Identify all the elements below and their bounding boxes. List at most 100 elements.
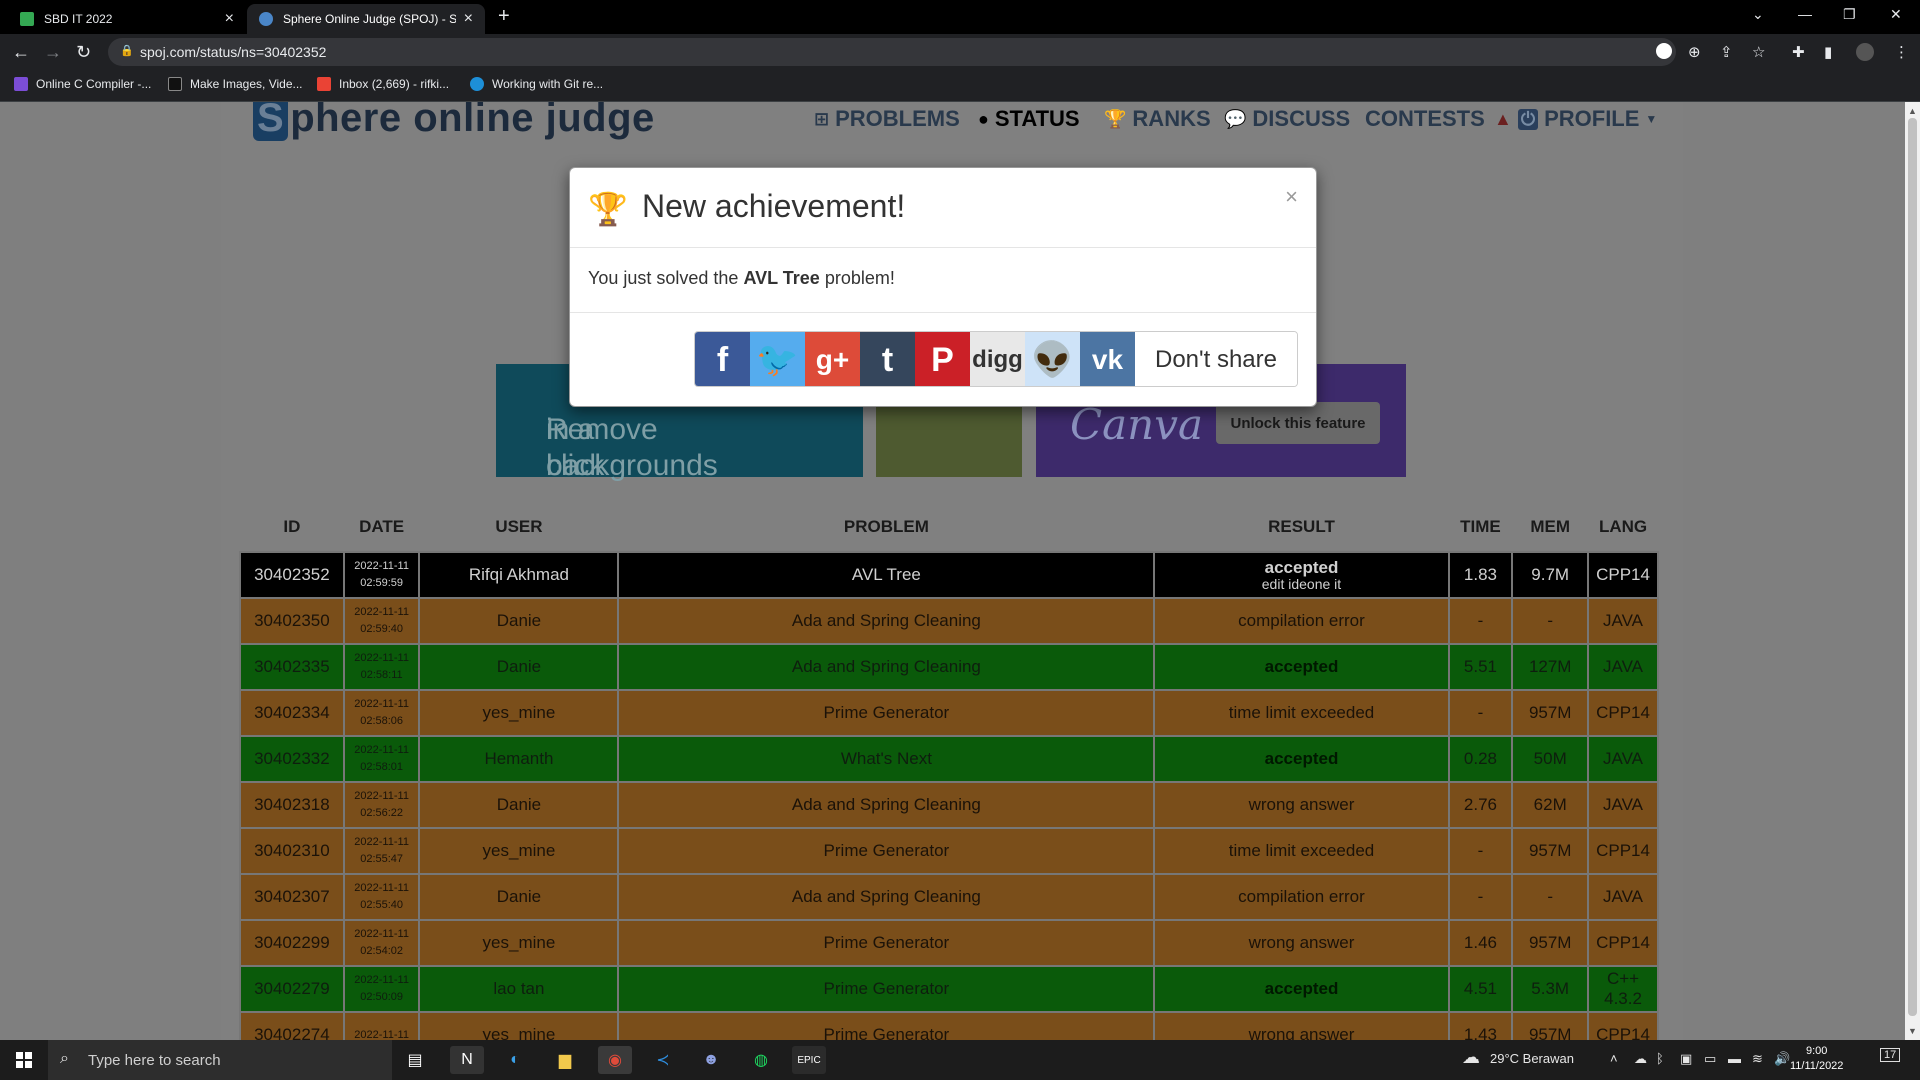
nav-ranks[interactable]: 🏆 RANKS <box>1104 106 1211 132</box>
reload-icon[interactable]: ↻ <box>76 42 91 63</box>
close-tab-icon[interactable]: × <box>464 10 473 28</box>
submission-user[interactable]: Danie <box>418 643 620 691</box>
submission-problem[interactable]: Ada and Spring Cleaning <box>617 643 1156 691</box>
vscode-icon[interactable]: ≺ <box>646 1046 680 1074</box>
submission-user[interactable]: yes_mine <box>418 919 620 967</box>
submission-user[interactable]: yes_mine <box>418 689 620 737</box>
submission-id[interactable]: 30402279 <box>239 965 345 1013</box>
submission-problem[interactable]: What's Next <box>617 735 1156 783</box>
spotify-icon[interactable]: ◍ <box>744 1046 778 1074</box>
bookmark-item[interactable]: Inbox (2,669) - rifki... <box>317 77 449 91</box>
minimize-icon[interactable]: — <box>1798 6 1812 22</box>
close-tab-icon[interactable]: × <box>225 10 234 28</box>
epic-games-icon[interactable]: EPIC <box>792 1046 826 1074</box>
submission-problem[interactable]: Prime Generator <box>617 919 1156 967</box>
edge-icon[interactable]: ◐ <box>498 1046 532 1074</box>
submission-id[interactable]: 30402335 <box>239 643 345 691</box>
submission-user[interactable]: yes_mine <box>418 827 620 875</box>
profile-avatar-icon[interactable] <box>1856 43 1874 61</box>
address-bar[interactable]: 🔒 spoj.com/status/ns=30402352 <box>108 38 1676 66</box>
system-clock[interactable]: 9:00 11/11/2022 <box>1790 1044 1843 1074</box>
browser-tab[interactable]: SBD IT 2022 × <box>8 4 246 34</box>
submission-user[interactable]: Hemanth <box>418 735 620 783</box>
extensions-icon[interactable]: ✚ <box>1792 43 1805 61</box>
submission-id[interactable]: 30402299 <box>239 919 345 967</box>
onedrive-icon[interactable]: ☁ <box>1634 1051 1647 1067</box>
submission-problem[interactable]: Prime Generator <box>617 827 1156 875</box>
submission-id[interactable]: 30402352 <box>239 551 345 599</box>
pinterest-share-button[interactable]: P <box>915 332 970 386</box>
site-logo[interactable]: Sphere online judge <box>253 102 655 141</box>
submission-problem[interactable]: Prime Generator <box>617 965 1156 1013</box>
bluetooth-icon[interactable]: ᛒ <box>1656 1051 1664 1066</box>
close-window-icon[interactable]: ✕ <box>1890 6 1902 23</box>
submission-id[interactable]: 30402307 <box>239 873 345 921</box>
bookmark-item[interactable]: Online C Compiler -... <box>14 77 151 91</box>
result-links[interactable]: edit ideone it <box>1155 576 1447 592</box>
bookmark-star-icon[interactable]: ☆ <box>1752 43 1765 61</box>
task-view-icon[interactable]: ▤ <box>398 1046 432 1074</box>
new-tab-icon[interactable]: + <box>498 5 510 28</box>
google-icon[interactable] <box>1656 43 1672 59</box>
submission-user[interactable]: lao tan <box>418 965 620 1013</box>
submission-problem[interactable]: Ada and Spring Cleaning <box>617 597 1156 645</box>
submission-user[interactable]: yes_mine <box>418 1011 620 1040</box>
notification-center-icon[interactable]: 17 <box>1880 1048 1901 1062</box>
bookmark-item[interactable]: Working with Git re... <box>470 77 603 91</box>
windows-start-button[interactable] <box>0 1040 48 1080</box>
dont-share-button[interactable]: Don't share <box>1135 332 1297 386</box>
menu-dots-icon[interactable]: ⋮ <box>1894 43 1909 61</box>
file-explorer-icon[interactable]: ▆ <box>548 1046 582 1074</box>
bookmark-item[interactable]: Make Images, Vide... <box>168 77 303 91</box>
back-icon[interactable]: ← <box>12 42 30 63</box>
nav-status[interactable]: ● STATUS <box>978 106 1080 132</box>
submission-problem[interactable]: Ada and Spring Cleaning <box>617 873 1156 921</box>
submission-user[interactable]: Danie <box>418 597 620 645</box>
submission-id[interactable]: 30402350 <box>239 597 345 645</box>
googleplus-share-button[interactable]: g+ <box>805 332 860 386</box>
weather-cloud-icon[interactable]: ☁ <box>1462 1047 1480 1068</box>
facebook-share-button[interactable]: f <box>695 332 750 386</box>
nav-contests[interactable]: CONTESTS <box>1365 106 1485 132</box>
scroll-up-icon[interactable]: ▲ <box>1908 106 1917 116</box>
meet-icon[interactable]: ▣ <box>1680 1051 1692 1067</box>
volume-icon[interactable]: 🔊 <box>1774 1051 1790 1067</box>
submission-id[interactable]: 30402334 <box>239 689 345 737</box>
wifi-icon[interactable]: ≋ <box>1752 1051 1763 1067</box>
ad-cta-button[interactable]: Unlock this feature <box>1216 402 1380 444</box>
nav-discuss[interactable]: 💬 DISCUSS <box>1224 106 1350 132</box>
battery-icon[interactable]: ▬ <box>1728 1051 1741 1066</box>
chrome-icon[interactable]: ◉ <box>598 1046 632 1074</box>
submission-problem[interactable]: Ada and Spring Cleaning <box>617 781 1156 829</box>
submission-user[interactable]: Rifqi Akhmad <box>418 551 620 599</box>
reddit-share-button[interactable]: 👽 <box>1025 332 1080 386</box>
submission-id[interactable]: 30402318 <box>239 781 345 829</box>
digg-share-button[interactable]: digg <box>970 332 1025 386</box>
side-panel-icon[interactable]: ▮ <box>1824 43 1832 61</box>
share-icon[interactable]: ⇪ <box>1720 43 1733 61</box>
scroll-down-icon[interactable]: ▼ <box>1908 1026 1917 1036</box>
taskbar-search-box[interactable]: ⌕ Type here to search <box>48 1040 392 1080</box>
browser-tab-active[interactable]: Sphere Online Judge (SPOJ) - Sta × <box>247 4 485 34</box>
submission-user[interactable]: Danie <box>418 873 620 921</box>
nav-problems[interactable]: ⊞ PROBLEMS <box>814 106 960 132</box>
forward-icon[interactable]: → <box>44 42 62 63</box>
vk-share-button[interactable]: vk <box>1080 332 1135 386</box>
submission-problem[interactable]: AVL Tree <box>617 551 1156 599</box>
submission-id[interactable]: 30402274 <box>239 1011 345 1040</box>
discord-icon[interactable]: ☻ <box>694 1046 728 1074</box>
display-icon[interactable]: ▭ <box>1704 1051 1716 1067</box>
restore-icon[interactable]: ❐ <box>1843 6 1856 23</box>
submission-user[interactable]: Danie <box>418 781 620 829</box>
zoom-icon[interactable]: ⊕ <box>1688 43 1701 61</box>
submission-id[interactable]: 30402310 <box>239 827 345 875</box>
weather-text[interactable]: 29°C Berawan <box>1490 1051 1574 1066</box>
tab-search-chevron-icon[interactable]: ⌄ <box>1752 6 1764 23</box>
nav-profile[interactable]: ▲ ⏻ PROFILE ▼ <box>1494 106 1657 132</box>
tumblr-share-button[interactable]: t <box>860 332 915 386</box>
scrollbar-thumb[interactable] <box>1908 118 1917 1016</box>
submission-problem[interactable]: Prime Generator <box>617 1011 1156 1040</box>
tray-chevron-icon[interactable]: ˄ <box>1610 1051 1618 1066</box>
submission-problem[interactable]: Prime Generator <box>617 689 1156 737</box>
close-icon[interactable]: × <box>1285 184 1298 210</box>
